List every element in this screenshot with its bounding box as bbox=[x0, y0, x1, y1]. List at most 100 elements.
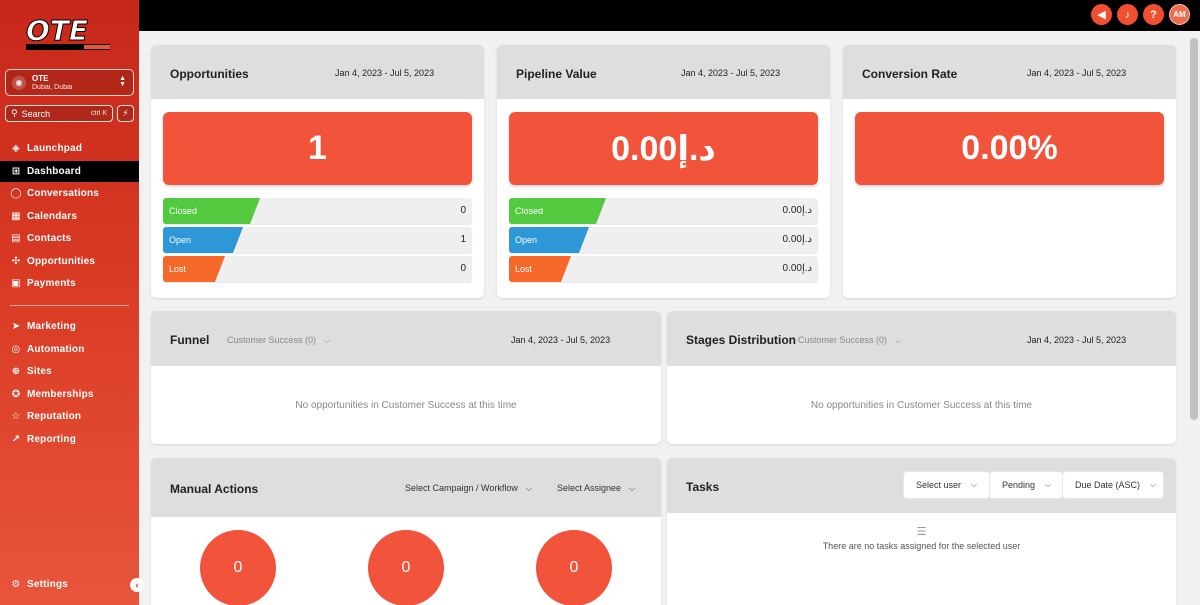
pipeline-value-card: Pipeline Value Jan 4, 2023 - Jul 5, 2023… bbox=[497, 45, 830, 298]
funnel-card: Funnel Customer Success (0) ⌵ Jan 4, 2023… bbox=[151, 311, 661, 444]
sidebar-item-contacts[interactable]: ▤ Contacts bbox=[0, 228, 139, 249]
card-title: Tasks bbox=[686, 480, 720, 494]
location-sub: Dubai, Dubai bbox=[32, 83, 73, 91]
conversion-rate-card: Conversion Rate Jan 4, 2023 - Jul 5, 202… bbox=[843, 45, 1176, 298]
dropdown-value: Customer Success (0) bbox=[227, 335, 317, 345]
date-range[interactable]: Jan 4, 2023 - Jul 5, 2023 bbox=[1027, 68, 1126, 78]
dropdown-value: Select Assignee bbox=[557, 483, 622, 493]
chevron-down-icon: ⌵ bbox=[324, 336, 331, 345]
automation-icon: ◎ bbox=[11, 344, 21, 355]
manual-action-count: 0 bbox=[536, 530, 612, 605]
status-value: 0 bbox=[460, 205, 466, 216]
help-icon: ? bbox=[1150, 8, 1157, 21]
sidebar-item-reputation[interactable]: ☆ Reputation bbox=[0, 406, 139, 427]
chevron-down-icon: ⌵ bbox=[971, 480, 978, 489]
card-title: Manual Actions bbox=[170, 482, 259, 496]
sidebar-item-memberships[interactable]: ✪ Memberships bbox=[0, 384, 139, 405]
status-tag: Lost bbox=[163, 256, 225, 282]
help-button[interactable]: ? bbox=[1143, 4, 1164, 25]
notifications-button[interactable]: ♪ bbox=[1117, 4, 1138, 25]
sidebar-item-label: Contacts bbox=[27, 233, 72, 244]
status-row-closed: Closed 0 bbox=[163, 198, 472, 224]
pipeline-dropdown[interactable]: Customer Success (0) ⌵ bbox=[227, 335, 330, 346]
sidebar-item-label: Marketing bbox=[27, 321, 77, 332]
campaign-workflow-dropdown[interactable]: Select Campaign / Workflow ⌵ bbox=[405, 483, 532, 494]
scrollbar-thumb[interactable] bbox=[1190, 38, 1198, 420]
chevron-updown-icon: ▲ ▼ bbox=[119, 75, 126, 88]
task-status-dropdown[interactable]: Pending ⌵ bbox=[990, 472, 1062, 498]
card-title: Pipeline Value bbox=[516, 67, 597, 81]
sidebar-divider bbox=[10, 305, 129, 306]
tasks-card: Tasks Select user ⌵ Pending ⌵ Due Date (AS… bbox=[667, 458, 1176, 605]
dropdown-value: Customer Success (0) bbox=[798, 335, 888, 345]
bell-icon: ♪ bbox=[1124, 8, 1131, 21]
assignee-dropdown[interactable]: Select Assignee ⌵ bbox=[557, 483, 635, 494]
sidebar-item-payments[interactable]: ▣ Payments bbox=[0, 273, 139, 294]
card-title: Conversion Rate bbox=[862, 67, 958, 81]
status-tag: Open bbox=[163, 227, 243, 253]
status-value: 0 bbox=[460, 263, 466, 274]
avatar[interactable]: AM bbox=[1169, 4, 1190, 25]
date-range[interactable]: Jan 4, 2023 - Jul 5, 2023 bbox=[681, 68, 780, 78]
search-label: Search bbox=[21, 108, 51, 119]
dropdown-value: Pending bbox=[1002, 480, 1036, 490]
sidebar-item-reporting[interactable]: ↗ Reporting bbox=[0, 429, 139, 450]
sidebar-item-marketing[interactable]: ➤ Marketing bbox=[0, 316, 139, 337]
status-value: 0.00د.إ bbox=[782, 205, 812, 216]
status-value: 0.00د.إ bbox=[782, 263, 812, 274]
search-button[interactable]: ⚲ Search ctrl K bbox=[5, 105, 113, 122]
collapse-sidebar-button[interactable]: ‹ bbox=[130, 578, 144, 592]
sidebar: OTE ◉ OTE Dubai, Dubai ▲ ▼ ⚲ Search ctrl … bbox=[0, 0, 139, 605]
sidebar-item-label: Conversations bbox=[27, 188, 100, 199]
globe-icon: ⊕ bbox=[11, 366, 21, 377]
sidebar-item-label: Opportunities bbox=[27, 256, 96, 267]
card-title: Opportunities bbox=[170, 67, 249, 81]
status-tag: Open bbox=[509, 227, 589, 253]
location-icon: ◉ bbox=[12, 75, 26, 90]
pipeline-total: 0.00د.إ bbox=[509, 112, 818, 185]
manual-action-count: 0 bbox=[200, 530, 276, 605]
megaphone-icon: ◀ bbox=[1097, 9, 1106, 21]
trend-icon: ↗ bbox=[11, 434, 21, 445]
task-list-icon: ☰ bbox=[916, 526, 927, 538]
sidebar-item-label: Dashboard bbox=[27, 166, 82, 177]
empty-message: There are no tasks assigned for the sele… bbox=[822, 541, 1021, 551]
star-icon: ☆ bbox=[11, 411, 21, 422]
sidebar-item-label: Launchpad bbox=[27, 143, 83, 154]
sidebar-item-label: Automation bbox=[27, 344, 85, 355]
sidebar-item-sites[interactable]: ⊕ Sites bbox=[0, 361, 139, 382]
chevron-left-icon: ‹ bbox=[135, 580, 139, 590]
pipeline-dropdown[interactable]: Customer Success (0) ⌵ bbox=[798, 335, 901, 346]
sidebar-item-settings[interactable]: ⚙ Settings bbox=[0, 574, 139, 595]
sidebar-item-launchpad[interactable]: ◈ Launchpad bbox=[0, 138, 139, 159]
select-user-dropdown[interactable]: Select user ⌵ bbox=[904, 472, 989, 498]
status-tag: Closed bbox=[163, 198, 260, 224]
status-row-lost: Lost 0 bbox=[163, 256, 472, 282]
date-range[interactable]: Jan 4, 2023 - Jul 5, 2023 bbox=[1027, 335, 1126, 345]
dropdown-value: Due Date (ASC) bbox=[1075, 480, 1141, 490]
ote-logo[interactable]: OTE bbox=[24, 13, 114, 53]
opportunities-card: Opportunities Jan 4, 2023 - Jul 5, 2023 … bbox=[151, 45, 484, 298]
task-sort-dropdown[interactable]: Due Date (ASC) ⌵ bbox=[1063, 472, 1163, 498]
sidebar-item-conversations[interactable]: ◯ Conversations bbox=[0, 183, 139, 204]
quick-action-button[interactable]: ⚡ bbox=[117, 105, 134, 122]
opportunities-total: 1 bbox=[163, 112, 472, 185]
location-switcher[interactable]: ◉ OTE Dubai, Dubai ▲ ▼ bbox=[5, 69, 134, 96]
sidebar-item-opportunities[interactable]: ✣ Opportunities bbox=[0, 251, 139, 272]
sidebar-item-label: Settings bbox=[27, 579, 69, 590]
manual-actions-card: Manual Actions Select Campaign / Workflo… bbox=[151, 458, 661, 605]
gear-icon: ⚙ bbox=[11, 579, 21, 590]
sidebar-item-calendars[interactable]: ▦ Calendars bbox=[0, 206, 139, 227]
contacts-icon: ▤ bbox=[11, 233, 21, 244]
sidebar-item-automation[interactable]: ◎ Automation bbox=[0, 339, 139, 360]
date-range[interactable]: Jan 4, 2023 - Jul 5, 2023 bbox=[511, 335, 610, 345]
status-row-closed: Closed 0.00د.إ bbox=[509, 198, 818, 224]
sidebar-item-label: Reputation bbox=[27, 411, 82, 422]
date-range[interactable]: Jan 4, 2023 - Jul 5, 2023 bbox=[335, 68, 434, 78]
dropdown-value: Select Campaign / Workflow bbox=[405, 483, 518, 493]
announcement-button[interactable]: ◀ bbox=[1091, 4, 1112, 25]
sidebar-item-dashboard[interactable]: ⊞ Dashboard bbox=[0, 161, 139, 182]
manual-action-count: 0 bbox=[368, 530, 444, 605]
chevron-down-icon: ⌵ bbox=[525, 484, 532, 493]
chevron-down-icon: ⌵ bbox=[629, 484, 636, 493]
